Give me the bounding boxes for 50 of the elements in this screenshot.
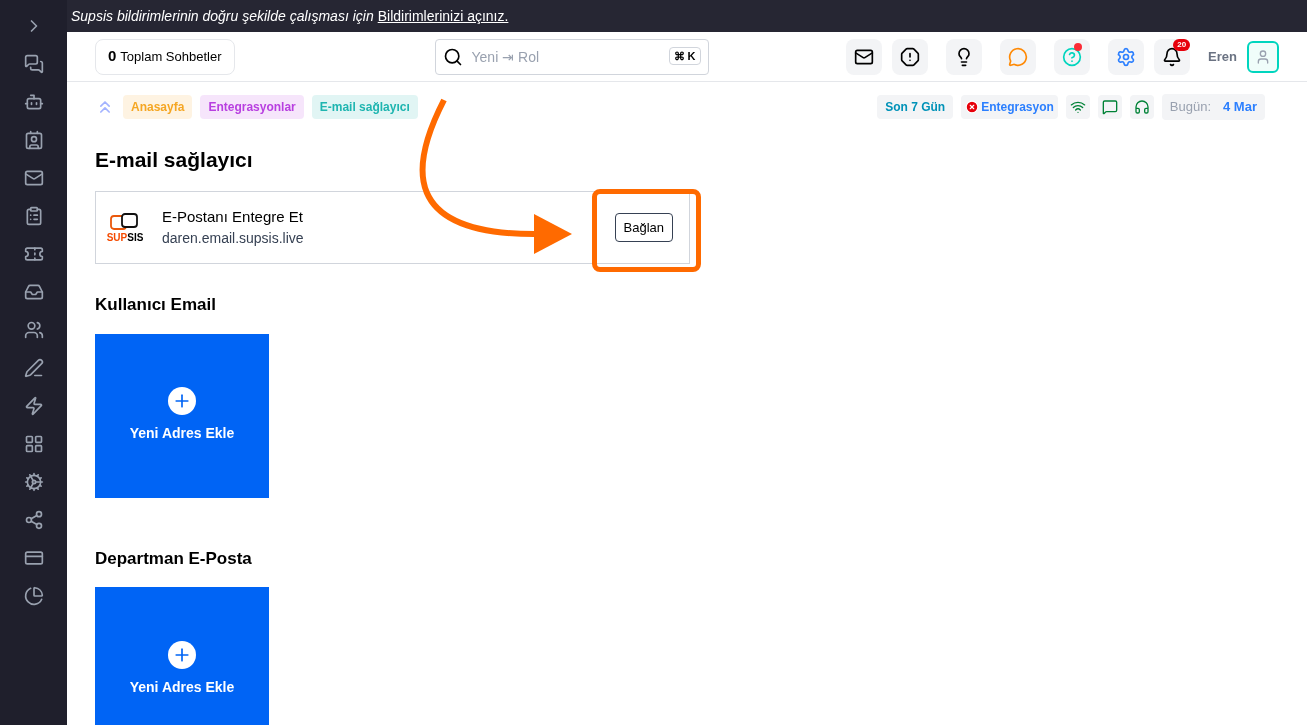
connect-button[interactable]: Bağlan <box>614 212 673 243</box>
toolbar-button[interactable]: 20 <box>1154 38 1191 75</box>
user-name: Eren <box>1208 47 1237 66</box>
banner-text: Supsis bildirimlerinin doğru şekilde çalışması için <box>71 6 374 26</box>
inbox-tray-icon[interactable] <box>23 282 44 302</box>
lightning-icon[interactable] <box>23 396 44 416</box>
toolbar-button[interactable] <box>946 38 983 75</box>
envelope-icon[interactable] <box>23 168 44 188</box>
chat-bubble-icon <box>1008 46 1029 67</box>
gear-icon[interactable] <box>23 472 44 492</box>
supsis-logo: SUPSIS <box>104 212 146 243</box>
pen-icon[interactable] <box>23 358 44 378</box>
page-title: E-mail sağlayıcı <box>95 146 254 173</box>
date-value: 4 Mar <box>1223 98 1257 116</box>
shortcut-key: ⌘ K <box>668 46 701 65</box>
integration-label: Entegrasyon <box>981 98 1054 116</box>
banner-link[interactable]: Bildirimlerinizi açınız. <box>377 5 509 27</box>
add-address-card[interactable]: Yeni Adres Ekle <box>95 587 269 725</box>
provider-title: E-Postanı Entegre Et <box>162 206 304 227</box>
plus-icon <box>168 387 196 415</box>
chat-count-label: Toplam Sohbetler <box>120 47 222 66</box>
bell-icon <box>1162 46 1183 67</box>
section-title: Kullanıcı Email <box>95 294 217 316</box>
chat-bubbles-icon[interactable] <box>23 54 44 74</box>
notification-badge: 20 <box>1173 38 1191 51</box>
toolbar-button[interactable] <box>892 38 929 75</box>
robot-icon[interactable] <box>23 92 44 112</box>
add-address-card[interactable]: Yeni Adres Ekle <box>95 333 269 498</box>
ticket-icon[interactable] <box>23 244 44 264</box>
section-title: Departman E-Posta <box>95 547 253 570</box>
chat-count: 0 <box>108 46 117 67</box>
provider-address: daren.email.supsis.live <box>162 229 304 249</box>
grid-icon[interactable] <box>23 434 44 454</box>
pie-chart-icon[interactable] <box>23 586 44 606</box>
alert-icon <box>900 46 921 67</box>
contact-book-icon[interactable] <box>23 130 44 150</box>
users-icon[interactable] <box>23 320 44 340</box>
settings-icon <box>1116 46 1137 67</box>
search-icon <box>442 46 463 67</box>
user-icon <box>1255 48 1271 65</box>
period-chip[interactable]: Son 7 Gün <box>877 94 954 119</box>
toolbar-button[interactable] <box>846 38 883 75</box>
integration-status[interactable]: Entegrasyon <box>961 94 1058 119</box>
help-icon <box>1062 46 1083 67</box>
date-label: Bugün: <box>1169 98 1212 116</box>
card-icon[interactable] <box>23 548 44 568</box>
share-icon[interactable] <box>23 510 44 530</box>
breadcrumb[interactable]: Entegrasyonlar <box>200 94 304 119</box>
plus-icon <box>168 640 196 669</box>
error-icon <box>965 99 980 114</box>
